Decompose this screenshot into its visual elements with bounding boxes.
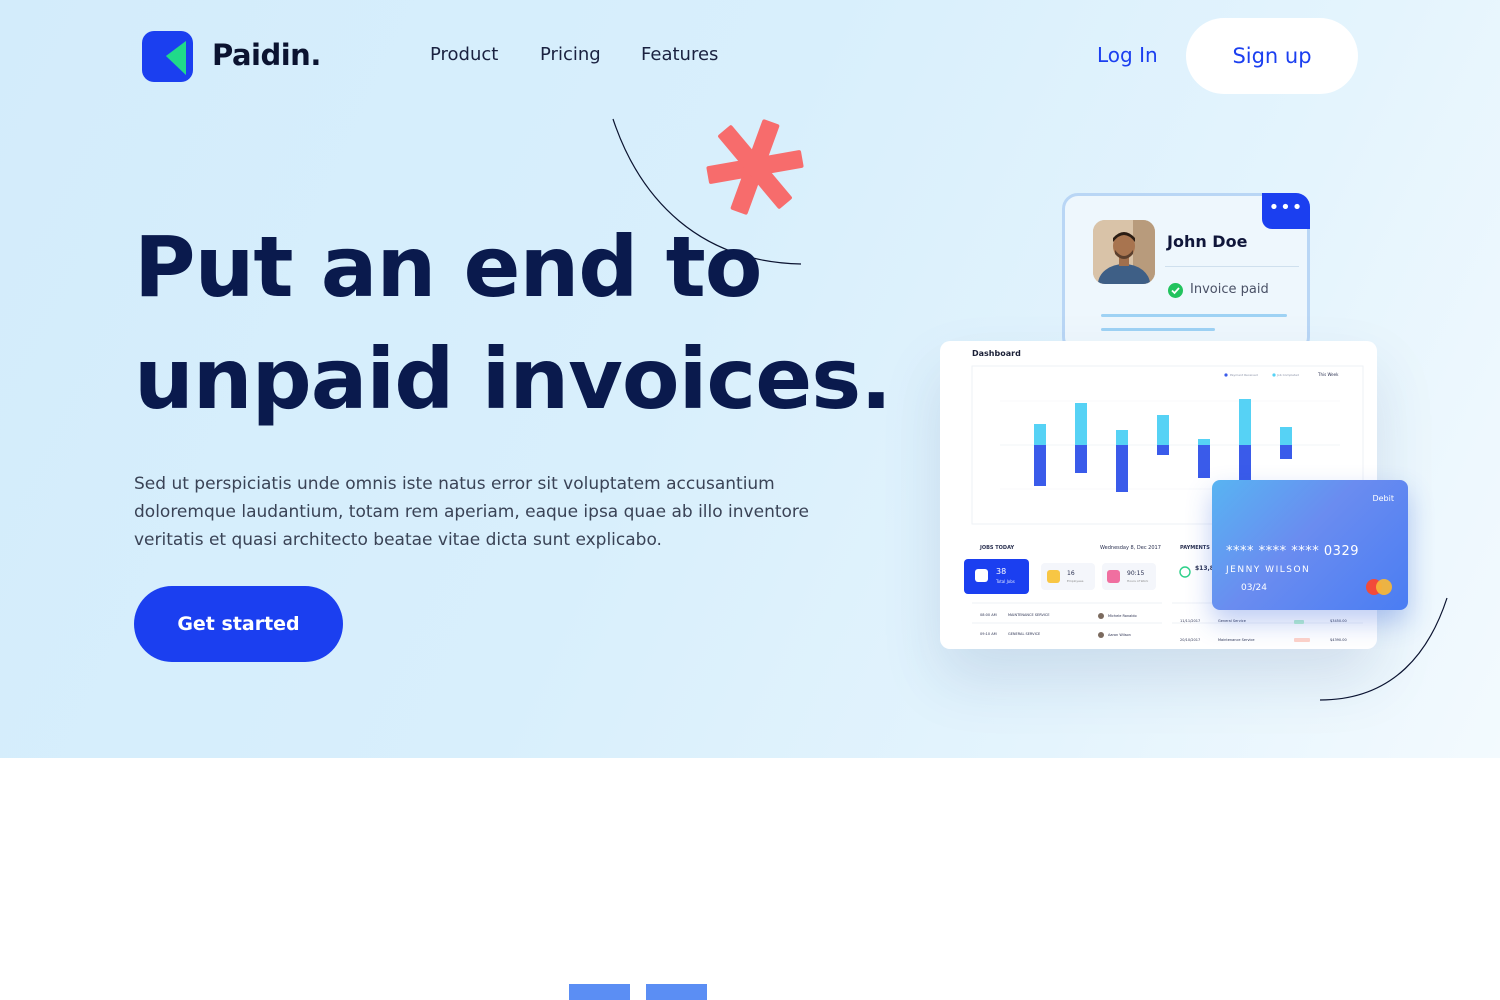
nav-link-product[interactable]: Product	[430, 44, 498, 65]
nav-link-features[interactable]: Features	[641, 44, 718, 65]
login-link[interactable]: Log In	[1097, 43, 1158, 67]
signup-button[interactable]: Sign up	[1186, 18, 1358, 94]
row-service: GENERAL SERVICE	[1008, 632, 1041, 636]
hero-description: Sed ut perspiciatis unde omnis iste natu…	[134, 474, 809, 550]
row-time: 08:00 AM	[980, 613, 997, 617]
stat-label: Employees	[1067, 579, 1084, 583]
stat-label: Hours of Work	[1127, 579, 1149, 583]
avatar	[1093, 220, 1155, 284]
brand-name[interactable]: Paidin.	[212, 38, 321, 72]
jobs-date: Wednesday 8, Dec 2017	[1100, 545, 1161, 551]
divider	[1165, 266, 1299, 267]
invoice-status: Invoice paid	[1190, 282, 1269, 297]
placeholder-line	[1101, 314, 1287, 317]
more-dots-icon[interactable]: •••	[1262, 193, 1310, 229]
profile-card: ••• John Doe Invoice paid	[1062, 193, 1310, 353]
stat-value: 16	[1067, 570, 1075, 577]
feature-block	[569, 984, 630, 1000]
card-type: Debit	[1372, 494, 1394, 503]
payment-name: General Service	[1218, 619, 1246, 623]
row-time: 09:10 AM	[980, 632, 997, 636]
debit-card: Debit **** **** **** 0329 JENNY WILSON 0…	[1212, 480, 1408, 610]
hero-section: Paidin. Product Pricing Features Log In …	[0, 0, 1500, 758]
feature-block	[646, 984, 707, 1000]
stat-value: 90:15	[1127, 570, 1145, 577]
stat-label: Total Jobs	[996, 579, 1015, 584]
payment-date: 11/11/2017	[1180, 619, 1201, 623]
mastercard-icon	[1376, 579, 1392, 595]
logo-icon[interactable]	[142, 31, 193, 82]
period-select[interactable]: This Week	[1318, 372, 1338, 377]
card-number: **** **** **** 0329	[1226, 544, 1359, 559]
profile-name: John Doe	[1167, 232, 1248, 251]
card-holder: JENNY WILSON	[1226, 565, 1311, 575]
legend-item: Payment Received	[1230, 373, 1258, 377]
payment-amount-row: $4390.00	[1330, 638, 1347, 642]
row-person: Michele Ronaldo	[1108, 614, 1137, 618]
legend-item: Job Completed	[1277, 373, 1299, 377]
get-started-button[interactable]: Get started	[134, 586, 343, 662]
check-icon	[1168, 283, 1183, 298]
payment-name: Maintenance Service	[1218, 638, 1255, 642]
stat-value: 38	[996, 567, 1007, 576]
payment-amount-row: $3450.00	[1330, 619, 1347, 623]
card-expiry: 03/24	[1241, 583, 1267, 593]
nav-link-pricing[interactable]: Pricing	[540, 44, 601, 65]
row-service: MAINTENANCE SERVICE	[1008, 613, 1050, 617]
placeholder-line	[1101, 328, 1215, 331]
row-person: Aaron Wilson	[1108, 633, 1131, 637]
jobs-today-label: JOBS TODAY	[980, 545, 1015, 551]
headline-line-2: unpaid invoices.	[134, 330, 892, 428]
payments-label: PAYMENTS	[1180, 545, 1210, 551]
payment-date: 20/10/2017	[1180, 638, 1201, 642]
headline-line-1: Put an end to	[134, 218, 762, 316]
